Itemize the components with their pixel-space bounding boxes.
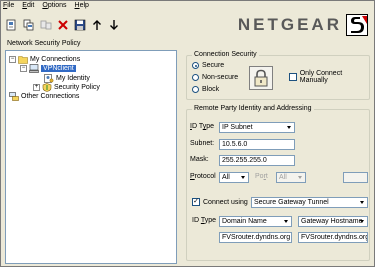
padlock-icon xyxy=(254,69,268,87)
menu-help[interactable]: Help xyxy=(75,1,89,11)
menu-bar: File Edit Options Help xyxy=(1,1,374,11)
gateway-hostname-field[interactable]: FVSrouter.dyndns.org xyxy=(298,232,368,243)
netgear-logo-mark-icon xyxy=(346,14,368,36)
subnet-label: Subnet: xyxy=(190,140,215,147)
new-connection-button[interactable] xyxy=(5,18,19,32)
chevron-down-icon xyxy=(357,198,367,207)
port-select[interactable]: All xyxy=(276,172,306,183)
block-option[interactable]: Block xyxy=(192,86,219,93)
gateway-id-type-label: ID Type xyxy=(192,217,217,224)
tree-node-other-connections[interactable]: Other Connections xyxy=(9,91,79,101)
netgear-logo: NETGEAR xyxy=(238,13,368,37)
gateway-id-type-select[interactable]: Domain Name xyxy=(219,216,292,227)
gateway-address-type-select[interactable]: Gateway Hostname xyxy=(298,216,368,227)
protocol-value: All xyxy=(222,174,230,181)
menu-options-label: ptions xyxy=(47,2,67,9)
gateway-domain-field[interactable]: FVSrouter.dyndns.org xyxy=(219,232,292,243)
disconnect-icon xyxy=(40,20,52,30)
tree-label-vpnclient: VPNclient xyxy=(41,64,76,72)
port-label: Port xyxy=(255,173,268,180)
protocol-select[interactable]: All xyxy=(219,172,249,183)
other-connections-icon xyxy=(9,91,19,101)
tree-label-other-connections: Other Connections xyxy=(21,92,80,100)
disconnect-button[interactable] xyxy=(39,18,53,32)
mask-field[interactable]: 255.255.255.0 xyxy=(219,155,295,166)
only-connect-manually-option[interactable]: Only Connect Manually xyxy=(289,70,369,84)
remote-party-legend: Remote Party Identity and Addressing xyxy=(192,105,314,112)
block-radio[interactable] xyxy=(192,86,199,93)
save-button[interactable] xyxy=(73,18,87,32)
save-icon xyxy=(74,19,86,31)
id-type-select[interactable]: IP Subnet xyxy=(219,122,295,133)
only-connect-manually-label: Only Connect Manually xyxy=(299,70,343,84)
computer-icon xyxy=(29,63,39,73)
chevron-down-icon xyxy=(295,173,305,182)
non-secure-label: Non-secure xyxy=(202,74,239,81)
secure-label: Secure xyxy=(202,62,225,69)
collapse-toggle-vpnclient[interactable]: − xyxy=(20,64,27,72)
connection-security-group: Connection Security Secure Non-secure Bl… xyxy=(186,51,370,100)
menu-options[interactable]: Options xyxy=(42,1,66,11)
menu-file[interactable]: File xyxy=(3,1,14,11)
connection-security-legend: Connection Security xyxy=(192,51,259,58)
connect-using-label: Connect using xyxy=(203,198,248,206)
gateway-id-type-value: Domain Name xyxy=(222,218,267,225)
gateway-address-type-value: Gateway Hostname xyxy=(301,218,363,225)
connect-using-value: Secure Gateway Tunnel xyxy=(254,199,329,206)
secure-radio[interactable] xyxy=(192,62,199,69)
connect-using-option[interactable]: ✓ Connect using xyxy=(192,198,248,206)
connection-settings-panel: Connection Security Secure Non-secure Bl… xyxy=(184,50,372,264)
move-down-button[interactable] xyxy=(107,18,121,32)
chevron-down-icon xyxy=(284,123,294,132)
expand-toggle[interactable]: + xyxy=(33,83,40,91)
id-type-value: IP Subnet xyxy=(222,124,253,131)
non-secure-radio[interactable] xyxy=(192,74,199,81)
application-window: File Edit Options Help NETGEAR Network S… xyxy=(0,0,375,267)
chevron-down-icon xyxy=(281,217,291,226)
block-label: Block xyxy=(202,86,220,93)
toolbar xyxy=(5,15,124,35)
new-connection-icon xyxy=(6,19,16,31)
remote-party-group: Remote Party Identity and Addressing ID … xyxy=(186,105,370,261)
lock-status xyxy=(249,66,273,90)
network-security-policy-title: Network Security Policy xyxy=(7,40,81,47)
non-secure-option[interactable]: Non-secure xyxy=(192,74,238,81)
connect-using-select[interactable]: Secure Gateway Tunnel xyxy=(251,197,368,208)
menu-help-label: elp xyxy=(79,2,89,9)
tree-label-my-identity: My Identity xyxy=(56,74,90,82)
menu-edit[interactable]: Edit xyxy=(22,1,34,11)
logo-text: NETGEAR xyxy=(237,15,342,34)
policy-tree: − My Connections − VPNclient My Identity xyxy=(5,50,177,264)
subnet-field[interactable]: 10.5.6.0 xyxy=(219,139,295,150)
mask-label: Mask: xyxy=(190,156,209,163)
move-up-button[interactable] xyxy=(90,18,104,32)
protocol-label: Protocol xyxy=(190,173,216,180)
only-connect-manually-checkbox[interactable] xyxy=(289,73,297,81)
id-type-label: ID Type xyxy=(190,123,215,130)
port-value: All xyxy=(279,174,287,181)
port-number-field[interactable] xyxy=(343,172,368,183)
secure-option[interactable]: Secure xyxy=(192,62,224,69)
move-up-icon xyxy=(93,20,101,30)
menu-file-label: ile xyxy=(7,2,15,9)
copy-icon xyxy=(23,19,34,31)
menu-edit-label: dit xyxy=(26,2,35,9)
tree-label-security-policy: Security Policy xyxy=(54,83,100,91)
connect-using-checkbox[interactable]: ✓ xyxy=(192,198,200,206)
delete-icon xyxy=(58,20,68,30)
collapse-toggle[interactable]: − xyxy=(9,55,16,63)
delete-button[interactable] xyxy=(56,18,70,32)
chevron-down-icon xyxy=(238,173,248,182)
chevron-down-icon xyxy=(357,217,367,226)
move-down-icon xyxy=(110,20,118,30)
tree-label-my-connections: My Connections xyxy=(30,55,81,63)
tree-node-vpnclient[interactable]: − VPNclient xyxy=(20,63,76,73)
copy-connection-button[interactable] xyxy=(22,18,36,32)
